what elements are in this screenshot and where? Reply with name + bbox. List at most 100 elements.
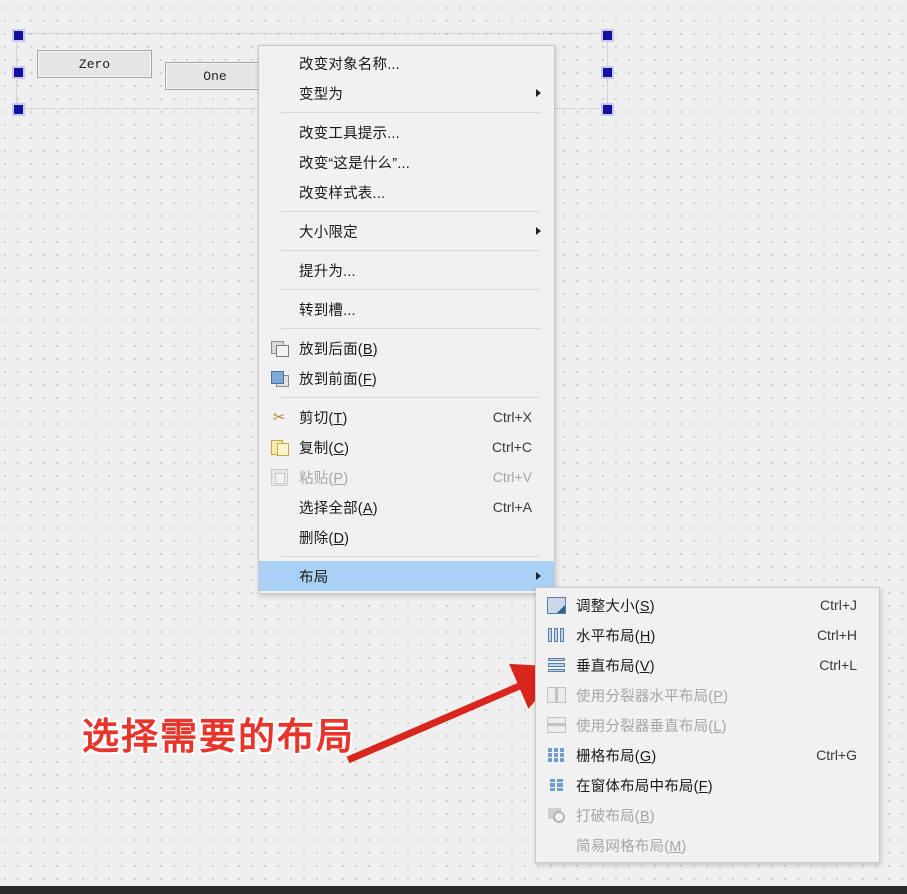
no-icon <box>267 299 291 319</box>
menu-separator <box>281 556 540 557</box>
menu-item-bring-to-front[interactable]: 放到前面(F) <box>259 363 554 393</box>
menu-item-size-constraints[interactable]: 大小限定 <box>259 216 554 246</box>
submenu-item-break-layout: 打破布局(B) <box>536 800 879 830</box>
menu-item-label: 变型为 <box>299 86 344 103</box>
bring-to-front-icon <box>267 368 291 388</box>
push-button-one[interactable]: One <box>165 62 265 90</box>
submenu-item-label: 使用分裂器水平布局(P) <box>576 688 729 705</box>
submenu-item-lay-out-horizontally[interactable]: 水平布局(H) Ctrl+H <box>536 620 879 650</box>
submenu-item-label: 垂直布局(V) <box>576 658 655 675</box>
selection-handle-bottom-right[interactable] <box>601 103 614 116</box>
no-icon <box>267 182 291 202</box>
selection-handle-bottom-left[interactable] <box>12 103 25 116</box>
push-button-zero[interactable]: Zero <box>37 50 152 78</box>
no-icon <box>267 527 291 547</box>
submenu-item-shortcut: Ctrl+L <box>819 657 857 673</box>
selection-handle-middle-right[interactable] <box>601 66 614 79</box>
paste-icon <box>267 467 291 487</box>
menu-item-label: 改变“这是什么”... <box>299 155 410 172</box>
menu-item-label: 大小限定 <box>299 224 358 241</box>
menu-item-copy[interactable]: 复制(C) Ctrl+C <box>259 432 554 462</box>
annotation-label: 选择需要的布局 <box>82 715 355 758</box>
menu-item-label: 剪切(T) <box>299 410 348 427</box>
selection-handle-top-left[interactable] <box>12 29 25 42</box>
submenu-item-label: 简易网格布局(M) <box>576 838 687 855</box>
menu-item-cut[interactable]: ✂ 剪切(T) Ctrl+X <box>259 402 554 432</box>
menu-item-label: 复制(C) <box>299 440 350 457</box>
menu-item-shortcut: Ctrl+A <box>492 499 532 515</box>
menu-item-delete[interactable]: 删除(D) <box>259 522 554 552</box>
menu-separator <box>281 211 540 212</box>
submenu-item-shortcut: Ctrl+G <box>816 747 857 763</box>
break-layout-icon <box>544 805 568 825</box>
scissors-icon: ✂ <box>272 408 286 426</box>
no-icon <box>267 53 291 73</box>
menu-separator <box>281 397 540 398</box>
menu-item-shortcut: Ctrl+X <box>492 409 532 425</box>
submenu-item-simplify-grid-layout: 简易网格布局(M) <box>536 830 879 860</box>
submenu-item-grid-layout[interactable]: 栅格布局(G) Ctrl+G <box>536 740 879 770</box>
annotation-arrow-icon <box>346 663 560 764</box>
submenu-item-splitter-horizontal: 使用分裂器水平布局(P) <box>536 680 879 710</box>
menu-item-label: 改变对象名称... <box>299 56 400 73</box>
submenu-item-label: 在窗体布局中布局(F) <box>576 778 713 795</box>
menu-item-label: 删除(D) <box>299 530 350 547</box>
submenu-item-label: 打破布局(B) <box>576 808 655 825</box>
no-icon <box>267 122 291 142</box>
menu-item-label: 布局 <box>299 569 329 586</box>
menu-item-select-all[interactable]: 选择全部(A) Ctrl+A <box>259 492 554 522</box>
menu-item-morph-into[interactable]: 变型为 <box>259 78 554 108</box>
submenu-item-label: 水平布局(H) <box>576 628 656 645</box>
bottom-bar <box>0 886 907 894</box>
menu-item-change-whats-this[interactable]: 改变“这是什么”... <box>259 147 554 177</box>
menu-item-label: 选择全部(A) <box>299 500 378 517</box>
menu-item-label: 提升为... <box>299 263 356 280</box>
form-layout-icon <box>544 775 568 795</box>
menu-item-promote-to[interactable]: 提升为... <box>259 255 554 285</box>
no-icon <box>267 221 291 241</box>
submenu-item-shortcut: Ctrl+H <box>816 627 857 643</box>
menu-item-label: 粘贴(P) <box>299 470 349 487</box>
no-icon <box>267 83 291 103</box>
chevron-right-icon <box>536 572 541 580</box>
menu-item-shortcut: Ctrl+C <box>491 439 532 455</box>
chevron-right-icon <box>536 89 541 97</box>
context-menu[interactable]: 改变对象名称... 变型为 改变工具提示... 改变“这是什么”... 改变样式… <box>258 45 555 594</box>
menu-item-change-stylesheet[interactable]: 改变样式表... <box>259 177 554 207</box>
grid-layout-icon <box>544 745 568 765</box>
submenu-item-lay-out-vertically[interactable]: 垂直布局(V) Ctrl+L <box>536 650 879 680</box>
menu-item-label: 改变工具提示... <box>299 125 400 142</box>
copy-icon <box>267 437 291 457</box>
menu-separator <box>281 112 540 113</box>
submenu-item-shortcut: Ctrl+J <box>820 597 857 613</box>
menu-separator <box>281 289 540 290</box>
submenu-item-label: 栅格布局(G) <box>576 748 657 765</box>
send-to-back-icon <box>267 338 291 358</box>
menu-item-send-to-back[interactable]: 放到后面(B) <box>259 333 554 363</box>
vertical-layout-icon <box>544 655 568 675</box>
menu-item-change-tooltip[interactable]: 改变工具提示... <box>259 117 554 147</box>
no-icon <box>267 152 291 172</box>
menu-item-layout[interactable]: 布局 <box>259 561 554 591</box>
no-icon <box>267 260 291 280</box>
no-icon <box>267 497 291 517</box>
submenu-item-adjust-size[interactable]: 调整大小(S) Ctrl+J <box>536 590 879 620</box>
submenu-item-form-layout[interactable]: 在窗体布局中布局(F) <box>536 770 879 800</box>
no-icon <box>267 566 291 586</box>
no-icon <box>544 835 568 855</box>
menu-item-go-to-slot[interactable]: 转到槽... <box>259 294 554 324</box>
chevron-right-icon <box>536 227 541 235</box>
menu-separator <box>281 328 540 329</box>
menu-item-label: 放到前面(F) <box>299 371 377 388</box>
horizontal-layout-icon <box>544 625 568 645</box>
selection-handle-top-right[interactable] <box>601 29 614 42</box>
menu-separator <box>281 250 540 251</box>
selection-handle-middle-left[interactable] <box>12 66 25 79</box>
menu-item-label: 放到后面(B) <box>299 341 378 358</box>
splitter-vertical-icon <box>544 715 568 735</box>
submenu-item-label: 使用分裂器垂直布局(L) <box>576 718 727 735</box>
menu-item-change-object-name[interactable]: 改变对象名称... <box>259 48 554 78</box>
menu-item-paste: 粘贴(P) Ctrl+V <box>259 462 554 492</box>
layout-submenu[interactable]: 调整大小(S) Ctrl+J 水平布局(H) Ctrl+H 垂直布局(V) Ct… <box>535 587 880 863</box>
menu-item-label: 转到槽... <box>299 302 356 319</box>
